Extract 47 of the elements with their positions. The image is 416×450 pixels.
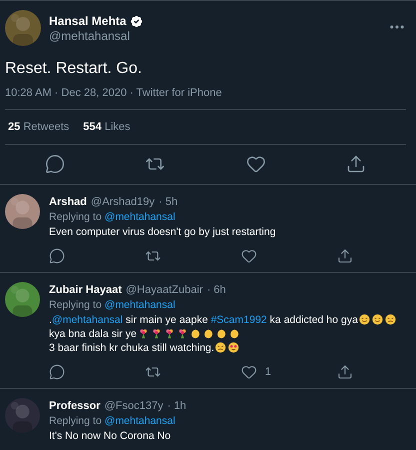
- mention-link[interactable]: @mehtahansal: [104, 298, 176, 313]
- reply-time[interactable]: · 6h: [206, 282, 226, 298]
- like-count: 1: [265, 366, 272, 378]
- smiling-face-icon: [358, 314, 370, 325]
- tired-face-icon: [384, 314, 396, 325]
- bouquet-icon: [138, 328, 149, 339]
- bouquet-icon: [150, 328, 162, 339]
- author-name[interactable]: Hansal Mehta: [49, 14, 126, 28]
- stat-link[interactable]: 25 Retweets: [8, 121, 70, 133]
- reply-author-name[interactable]: Professor: [49, 398, 100, 414]
- mention-link[interactable]: @mehtahansal: [52, 314, 123, 326]
- reply-text: It's No now No Corona No: [49, 429, 171, 443]
- mention-link[interactable]: @mehtahansal: [104, 210, 176, 225]
- reply-text: 3 baar finish kr chuka still watching.: [49, 341, 240, 355]
- reply-text: .@mehtahansal sir main ye aapke #Scam1992 ka addicted ho gya: [49, 313, 397, 327]
- bouquet-icon: [164, 328, 175, 339]
- author-handle[interactable]: @mehtahansal: [49, 28, 380, 42]
- replying-label: Replying to: [49, 210, 102, 225]
- reply-time[interactable]: · 5h: [158, 194, 178, 210]
- reply-icon[interactable]: [49, 248, 65, 264]
- replying-label: Replying to: [49, 298, 102, 313]
- reply-author-handle[interactable]: @Fsoc137y: [104, 398, 164, 414]
- share-icon[interactable]: [337, 364, 353, 380]
- reply-text: kya bna dala sir ye: [49, 327, 241, 341]
- replying-label: Replying to: [49, 414, 102, 429]
- reply-author-handle[interactable]: @Arshad19y: [90, 194, 155, 210]
- mention-link[interactable]: @mehtahansal: [104, 414, 176, 429]
- tired-face-icon: [215, 342, 226, 353]
- heart-eyes-face-icon: [228, 342, 240, 353]
- heart-icon[interactable]: [241, 248, 257, 264]
- reply-text: Even computer virus doesn't go by just restarting: [49, 225, 276, 239]
- reply-author-name[interactable]: Zubair Hayaat: [49, 282, 122, 298]
- reply-author-name[interactable]: Arshad: [49, 194, 87, 210]
- reply-author-handle[interactable]: @HayaatZubair: [126, 282, 203, 298]
- tweet-meta: 10:28 AM · Dec 28, 2020 · Twitter for iPhone: [5, 87, 222, 99]
- share-icon[interactable]: [337, 248, 353, 264]
- heart-icon[interactable]: [241, 364, 257, 380]
- smiling-face-icon: [372, 314, 383, 325]
- tweet-text: Reset. Restart. Go.: [5, 60, 143, 78]
- reply-icon[interactable]: [49, 364, 65, 380]
- bouquet-icon: [176, 328, 188, 339]
- reply-icon[interactable]: [45, 154, 66, 174]
- reply-time[interactable]: · 1h: [167, 398, 186, 414]
- share-icon[interactable]: [346, 154, 366, 174]
- heart-icon[interactable]: [246, 154, 266, 174]
- stat-link[interactable]: 554 Likes: [83, 121, 130, 133]
- hashtag-link[interactable]: #Scam1992: [210, 314, 267, 326]
